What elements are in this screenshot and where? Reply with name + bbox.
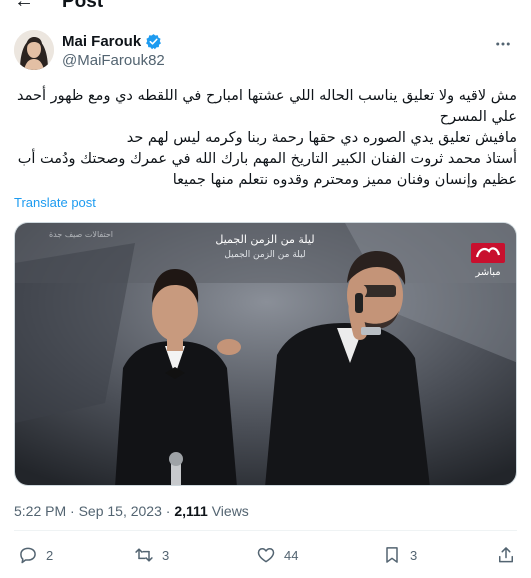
back-arrow-icon[interactable]: ← bbox=[14, 0, 34, 12]
author-name-block: Mai Farouk bbox=[62, 33, 162, 50]
bookmark-count: 3 bbox=[410, 547, 418, 563]
share-button[interactable] bbox=[496, 540, 516, 570]
views-label: Views bbox=[207, 503, 249, 519]
views-count: 2,111 bbox=[174, 503, 208, 519]
bookmark-icon bbox=[386, 547, 398, 563]
repost-button[interactable]: 3 bbox=[134, 540, 169, 570]
top-bar: ← Post bbox=[0, 0, 531, 12]
tweet-line: أستاذ محمد ثروت الفنان الكبير التاريخ ال… bbox=[17, 151, 517, 188]
repost-icon bbox=[135, 548, 153, 562]
reply-button[interactable]: 2 bbox=[18, 540, 53, 570]
channel-logo: مباشر bbox=[471, 243, 505, 278]
tweet-meta: 5:22 PM · Sep 15, 2023 · 2,111 Views bbox=[14, 503, 249, 519]
like-button[interactable]: 44 bbox=[256, 540, 298, 570]
reply-icon bbox=[20, 547, 36, 564]
share-icon bbox=[499, 547, 513, 563]
tweet-timestamp[interactable]: 5:22 PM · Sep 15, 2023 bbox=[14, 503, 162, 519]
media-banner-subtitle: ليلة من الزمن الجميل bbox=[224, 250, 305, 260]
tweet-line: مافيش تعليق يدي الصوره دي حقها رحمة ربنا… bbox=[126, 130, 517, 146]
author-name[interactable]: Mai Farouk bbox=[62, 33, 141, 50]
repost-count: 3 bbox=[162, 547, 170, 563]
action-bar: 2 3 44 3 bbox=[14, 540, 517, 570]
like-count: 44 bbox=[284, 547, 299, 563]
more-options-icon[interactable] bbox=[491, 32, 515, 56]
tweet-media-image[interactable]: ليلة من الزمن الجميل ليلة من الزمن الجمي… bbox=[14, 222, 517, 486]
author-handle[interactable]: @MaiFarouk82 bbox=[62, 52, 165, 69]
tweet-line: مش لاقيه ولا تعليق يناسب الحاله اللي عشت… bbox=[17, 88, 517, 125]
page-title: Post bbox=[62, 0, 104, 12]
author-row: Mai Farouk @MaiFarouk82 bbox=[14, 30, 517, 72]
translate-post-link[interactable]: Translate post bbox=[14, 195, 96, 210]
media-side-text: احتفالات صيف جدة bbox=[49, 230, 113, 239]
bookmark-button[interactable]: 3 bbox=[382, 540, 417, 570]
verified-badge-icon bbox=[145, 33, 162, 50]
heart-icon bbox=[257, 548, 275, 563]
media-banner-title: ليلة من الزمن الجميل bbox=[215, 233, 314, 246]
channel-logo-label: مباشر bbox=[474, 267, 500, 278]
divider bbox=[14, 530, 517, 531]
reply-count: 2 bbox=[46, 547, 54, 563]
tweet-text: مش لاقيه ولا تعليق يناسب الحاله اللي عشت… bbox=[14, 86, 517, 191]
avatar[interactable] bbox=[14, 30, 54, 70]
meta-separator: · bbox=[161, 503, 175, 519]
